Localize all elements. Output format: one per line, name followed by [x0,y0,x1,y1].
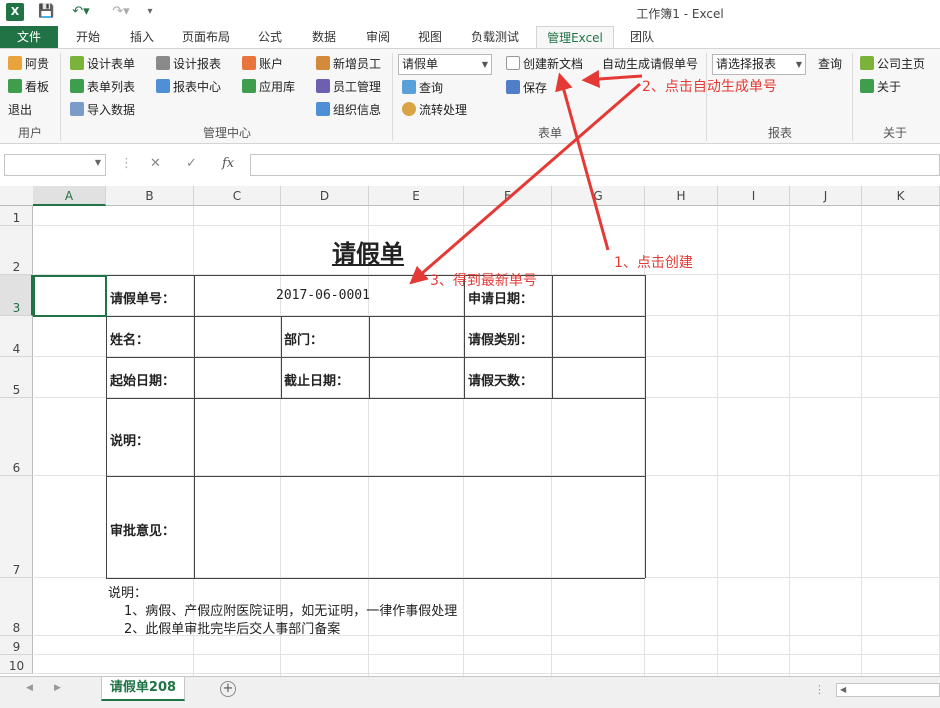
annotation-1: 1、点击创建 [614,255,693,271]
add-sheet-icon[interactable]: + [220,681,236,697]
annotation-arrows [409,70,643,285]
arrow-3 [409,82,641,285]
sheet-tab-bar: ◀ ▶ 请假单208 + ⋮ ◀ [0,676,940,708]
annotation-3: 3、得到最新单号 [430,273,537,289]
prev-sheet-icon[interactable]: ◀ [26,683,33,693]
horizontal-scrollbar[interactable]: ◀ [836,683,940,697]
next-sheet-icon[interactable]: ▶ [54,683,61,693]
arrow-1 [555,72,610,251]
excel-window: X 💾 ↶▾ ↷▾ ▾ 工作簿1 - Excel 文件 开始 插入 页面布局 公… [0,0,940,708]
arrow-2 [581,70,643,88]
annotation-2: 2、点击自动生成单号 [642,79,777,95]
more-icon: ⋮ [814,683,825,696]
sheet-tab[interactable]: 请假单208 [101,677,185,701]
scroll-left-icon[interactable]: ◀ [840,684,846,696]
